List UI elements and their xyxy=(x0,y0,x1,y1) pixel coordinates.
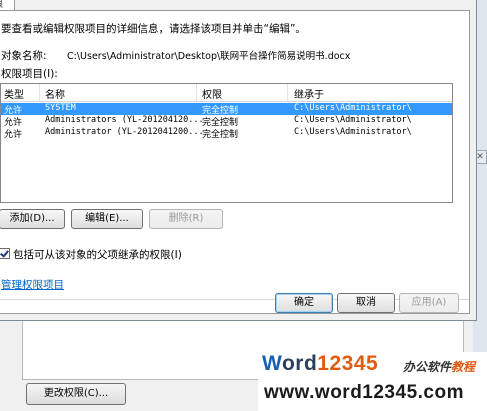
row-inherited: C:\Users\Administrator\ xyxy=(294,115,412,125)
row-inherited: C:\Users\Administrator\ xyxy=(294,103,412,113)
advanced-security-dialog: 限 要查看或编辑权限项目的详细信息，请选择该项目并单击“编辑”。 对象名称: C… xyxy=(0,0,477,321)
change-permissions-button[interactable]: 更改权限(C)... xyxy=(26,383,126,405)
column-divider[interactable] xyxy=(196,84,197,101)
column-header-name[interactable]: 名称 xyxy=(45,86,65,101)
logo-ord: ord xyxy=(281,352,318,375)
table-row[interactable]: 允许 Administrator (YL-2012041200... 完全控制 … xyxy=(1,127,452,140)
logo-w: W xyxy=(262,352,282,375)
permissions-tab-panel: 要查看或编辑权限项目的详细信息，请选择该项目并单击“编辑”。 对象名称: C:\… xyxy=(0,10,470,314)
watermark-logo: Word12345 xyxy=(262,352,378,376)
inherit-permissions-checkbox[interactable] xyxy=(0,248,10,259)
watermark-url: www.word12345.com xyxy=(264,382,464,403)
watermark: Word12345 办公软件教程 www.word12345.com xyxy=(258,352,487,411)
row-inherited: C:\Users\Administrator\ xyxy=(294,127,412,137)
watermark-tagline: 办公软件教程 xyxy=(403,358,475,375)
tagline-highlight: 教程 xyxy=(451,360,476,374)
permission-entries-label: 权限项目(I): xyxy=(1,68,58,80)
object-name-label: 对象名称: xyxy=(1,50,47,62)
column-divider[interactable] xyxy=(39,84,40,101)
row-name: SYSTEM xyxy=(45,103,76,113)
object-name-value: C:\Users\Administrator\Desktop\联网平台操作简易说… xyxy=(67,51,351,62)
manage-permission-entries-link[interactable]: 管理权限项目 xyxy=(1,277,64,292)
delete-button[interactable]: 删除(R) xyxy=(149,209,223,229)
inherit-permissions-option[interactable]: 包括可从该对象的父项继承的权限(I) xyxy=(0,247,182,262)
edit-button[interactable]: 编辑(E)... xyxy=(71,209,143,229)
column-header-type[interactable]: 类型 xyxy=(4,86,24,101)
apply-button[interactable]: 应用(A) xyxy=(399,293,459,313)
table-row[interactable]: 允许 SYSTEM 完全控制 C:\Users\Administrator\ xyxy=(1,103,452,116)
row-permission: 完全控制 xyxy=(202,130,239,140)
cancel-button[interactable]: 取消 xyxy=(337,293,395,313)
ok-button[interactable]: 确定 xyxy=(275,293,333,313)
permission-entries-list[interactable]: 类型 名称 权限 继承于 允许 SYSTEM 完全控制 C:\Users\Adm… xyxy=(0,83,453,203)
logo-number: 12345 xyxy=(317,352,379,375)
list-header: 类型 名称 权限 继承于 xyxy=(1,84,452,102)
inherit-permissions-label: 包括可从该对象的父项继承的权限(I) xyxy=(13,249,182,261)
table-row[interactable]: 允许 Administrators (YL-201204120... 完全控制 … xyxy=(1,115,452,128)
add-button[interactable]: 添加(D)... xyxy=(0,209,65,229)
column-divider[interactable] xyxy=(287,84,288,101)
instruction-text: 要查看或编辑权限项目的详细信息，请选择该项目并单击“编辑”。 xyxy=(1,23,306,35)
row-name: Administrators (YL-201204120... xyxy=(45,115,204,125)
column-header-permission[interactable]: 权限 xyxy=(202,86,222,101)
row-name: Administrator (YL-2012041200... xyxy=(45,127,204,137)
column-header-inherited-from[interactable]: 继承于 xyxy=(294,86,324,101)
tagline-main: 办公软件 xyxy=(403,360,452,374)
row-type: 允许 xyxy=(4,130,23,140)
